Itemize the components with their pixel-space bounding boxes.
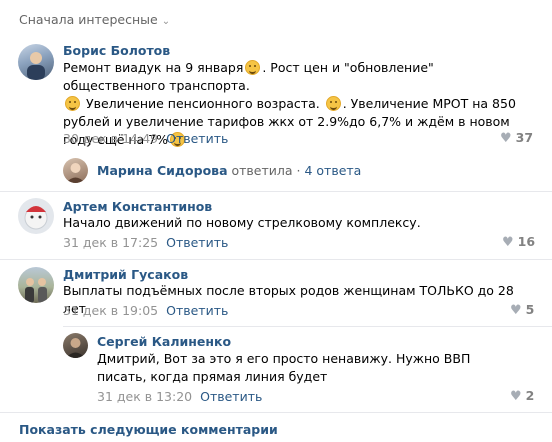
thread-author[interactable]: Марина Сидорова: [97, 163, 228, 178]
like-count: 2: [525, 388, 535, 403]
avatar[interactable]: [18, 44, 54, 80]
comment-meta: 31 дек в 19:05 Ответить: [63, 303, 228, 318]
comment-text-part: Ремонт виадук на 9 января: [63, 60, 244, 75]
avatar[interactable]: [63, 333, 88, 358]
comment-date[interactable]: 31 дек в 17:25: [63, 235, 158, 250]
smile-emoji-icon: [245, 60, 261, 75]
comment-meta: 31 дек в 17:25 Ответить: [63, 235, 228, 250]
chevron-down-icon: ⌄: [161, 16, 171, 27]
reply-button[interactable]: Ответить: [166, 131, 228, 146]
reply-meta: 31 дек в 13:20 Ответить: [97, 389, 262, 404]
avatar-image: [66, 338, 85, 358]
avatar[interactable]: [18, 198, 54, 234]
divider: [0, 412, 552, 413]
comment-text-part: Увеличение пенсионного возраста.: [82, 96, 320, 111]
reply-button[interactable]: Ответить: [166, 235, 228, 250]
reply-button[interactable]: Ответить: [200, 389, 262, 404]
thread-dot: ·: [296, 163, 301, 178]
avatar-image: [25, 278, 47, 303]
heart-icon: ♥: [510, 303, 522, 318]
comment-date[interactable]: 31 дек в 19:05: [63, 303, 158, 318]
avatar-image: [27, 52, 45, 80]
like-count: 5: [525, 302, 535, 317]
like-count: 16: [517, 234, 536, 249]
reply-author[interactable]: Сергей Калиненко: [97, 334, 231, 349]
reply-text: Дмитрий, Вот за это я его просто ненавиж…: [97, 351, 471, 384]
avatar-image: [66, 163, 85, 183]
like-button[interactable]: ♥ 37: [500, 130, 533, 146]
comment-author[interactable]: Борис Болотов: [63, 43, 170, 58]
comment-meta: 30 дек в 14:49 Ответить: [63, 131, 228, 146]
avatar[interactable]: [18, 267, 54, 303]
avatar-image: [24, 206, 48, 230]
like-button[interactable]: ♥ 5: [510, 302, 534, 318]
divider: [0, 191, 552, 192]
comment-date[interactable]: 30 дек в 14:49: [63, 131, 158, 146]
sort-label: Сначала интересные: [19, 12, 158, 27]
comment-text: Начало движений по новому стрелковому ко…: [63, 215, 421, 230]
smile-emoji-icon: [325, 96, 341, 111]
comment-author[interactable]: Артем Константинов: [63, 199, 212, 214]
thread-count[interactable]: 4 ответа: [304, 163, 361, 178]
heart-icon: ♥: [502, 235, 514, 250]
reply-date[interactable]: 31 дек в 13:20: [97, 389, 192, 404]
heart-icon: ♥: [510, 389, 522, 404]
like-count: 37: [515, 130, 534, 145]
divider: [0, 259, 552, 260]
replies-thread-link[interactable]: Марина Сидорова ответила · 4 ответа: [97, 163, 361, 178]
divider: [63, 326, 552, 327]
thread-verb: ответила: [231, 163, 293, 178]
heart-icon: ♥: [500, 131, 512, 146]
sort-selector[interactable]: Сначала интересные ⌄: [19, 12, 170, 27]
reply-button[interactable]: Ответить: [166, 303, 228, 318]
comment-author[interactable]: Дмитрий Гусаков: [63, 267, 188, 282]
smile-emoji-icon: [65, 96, 80, 111]
avatar[interactable]: [63, 158, 88, 183]
like-button[interactable]: ♥ 16: [502, 234, 535, 250]
show-more-comments-button[interactable]: Показать следующие комментарии: [19, 422, 278, 437]
like-button[interactable]: ♥ 2: [510, 388, 534, 404]
